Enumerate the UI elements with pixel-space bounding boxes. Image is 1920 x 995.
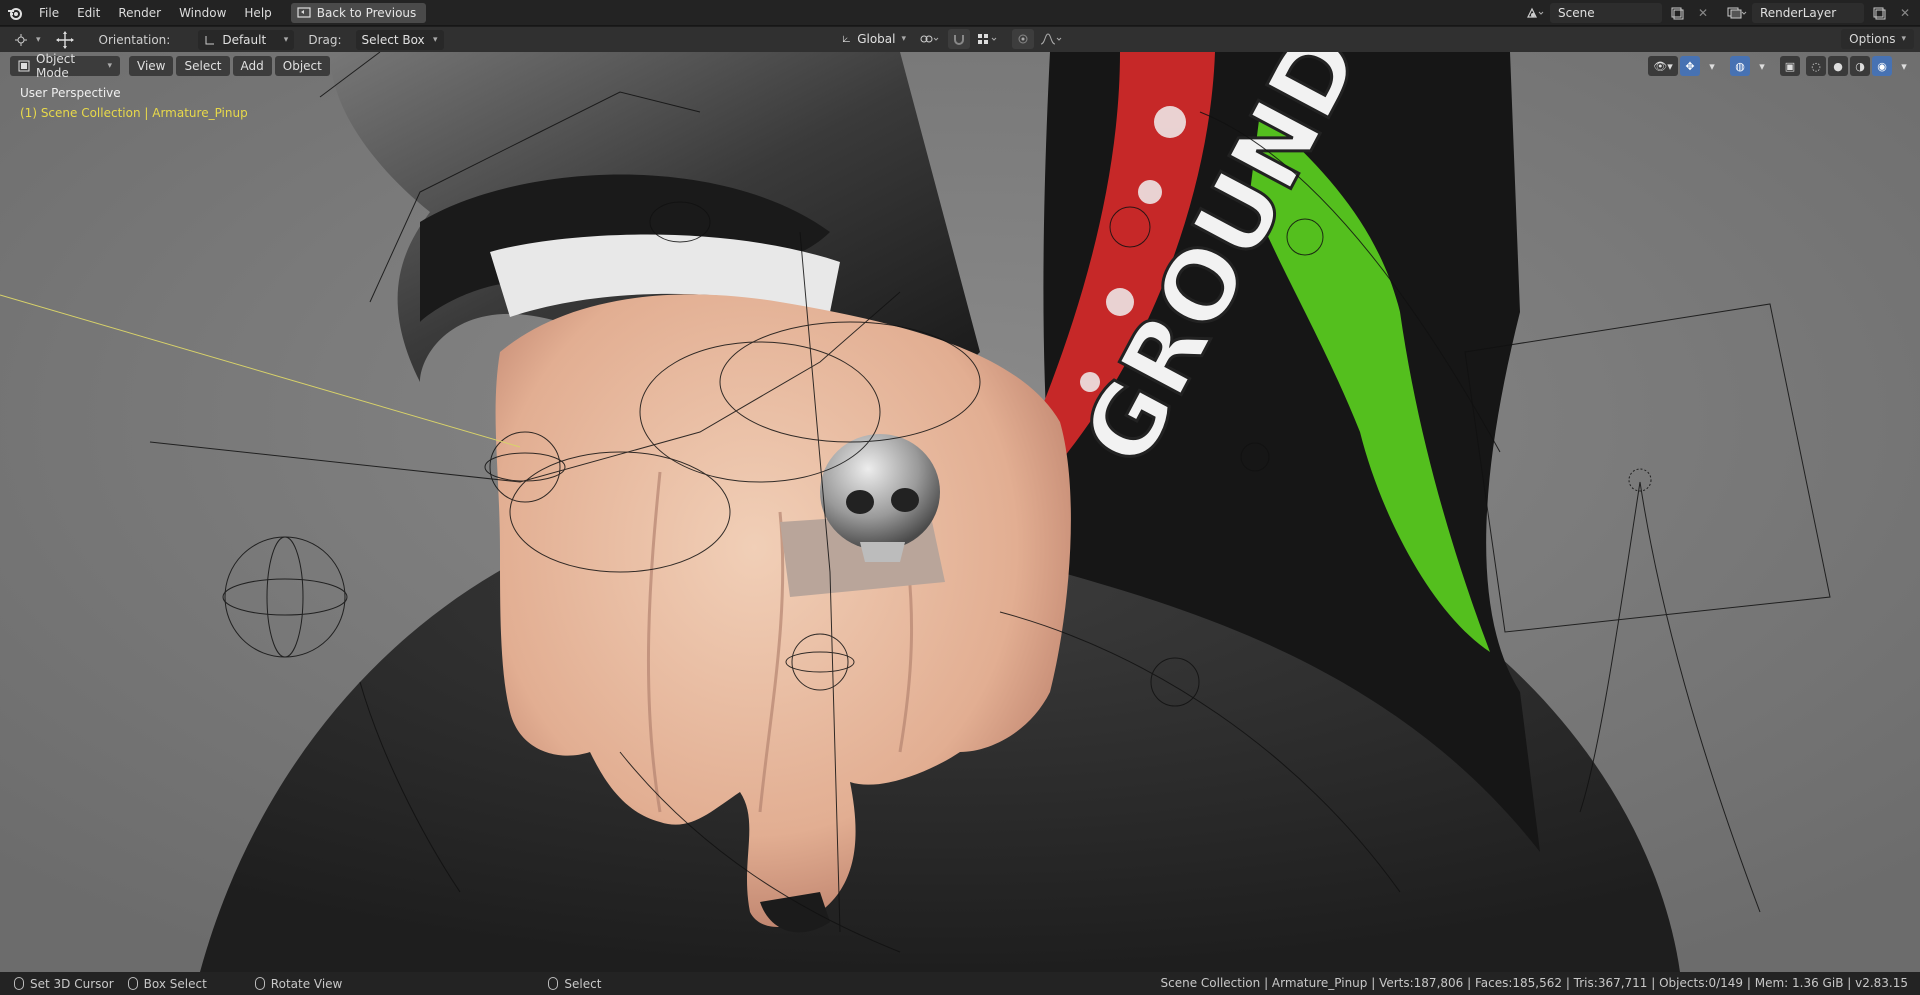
scene-name: Scene [1558, 6, 1595, 20]
status-bar: Set 3D Cursor Box Select Rotate View Sel… [0, 972, 1920, 995]
axes-icon [842, 35, 850, 42]
transform-orientation-dropdown[interactable]: Global ▾ [836, 29, 912, 49]
mouse-left-icon [14, 977, 24, 990]
render-layer-field[interactable]: RenderLayer [1752, 3, 1864, 23]
orientation-value: Default [222, 32, 267, 47]
transform-orientation-value: Global [857, 32, 896, 46]
mouse-right-icon [548, 977, 559, 990]
render-layer-name: RenderLayer [1760, 6, 1837, 20]
visibility-icon[interactable]: 👁▾ [1648, 56, 1678, 76]
new-scene-icon[interactable] [1666, 3, 1688, 23]
hint-select: Select [548, 977, 601, 991]
menu-edit[interactable]: Edit [68, 0, 109, 26]
menu-help[interactable]: Help [235, 0, 280, 26]
hint-set-3d-cursor: Set 3D Cursor [14, 977, 114, 991]
scene-selector-group: Scene ✕ RenderLayer ✕ [1524, 0, 1920, 26]
editor-type-dropdown[interactable]: ▾ [8, 30, 47, 50]
snap-target-icon[interactable] [974, 29, 1002, 49]
top-menu-bar: File Edit Render Window Help Back to Pre… [0, 0, 1920, 26]
hint-label: Box Select [143, 976, 207, 991]
mouse-middle-icon [254, 977, 265, 990]
back-to-previous-button[interactable]: Back to Previous [290, 2, 427, 23]
proportional-edit-icon[interactable] [1012, 29, 1034, 49]
chevron-down-icon: ▾ [1901, 34, 1906, 44]
menu-render[interactable]: Render [109, 0, 170, 26]
editor-type-icon [15, 33, 27, 46]
drag-dropdown[interactable]: Select Box ▾ [355, 29, 444, 50]
viewport-header: Object Mode ▾ View Select Add Object [10, 52, 330, 80]
screen-icon [297, 6, 311, 18]
menu-window[interactable]: Window [170, 0, 235, 26]
blender-logo-icon[interactable] [0, 0, 30, 26]
chevron-down-icon: ▾ [283, 34, 289, 45]
viewport-display-controls: 👁▾ ✥ ▾ ◍ ▾ ▣ ◌ ● ◑ ◉ ▾ [1648, 56, 1914, 76]
chevron-down-icon[interactable]: ▾ [1894, 56, 1914, 76]
menu-file[interactable]: File [30, 0, 68, 26]
chevron-down-icon: ▾ [901, 34, 906, 44]
mouse-drag-icon [127, 977, 138, 990]
hint-label: Select [564, 976, 602, 991]
hint-rotate-view: Rotate View [254, 976, 343, 991]
object-mode-label: Object Mode [36, 52, 76, 80]
viewport-menu-object[interactable]: Object [274, 56, 330, 76]
3d-viewport[interactable]: GROUND Object Mode ▾ View Select Add Obj… [0, 52, 1920, 972]
chevron-down-icon[interactable]: ▾ [1702, 56, 1722, 76]
xray-toggle-icon[interactable]: ▣ [1780, 56, 1800, 76]
rendered-shading-icon[interactable]: ◉ [1872, 56, 1892, 76]
close-render-layer-icon[interactable]: ✕ [1894, 3, 1916, 23]
viewport-menu-add[interactable]: Add [232, 56, 272, 76]
back-to-previous-label: Back to Previous [316, 5, 417, 20]
view-perspective-label: User Perspective [20, 86, 121, 100]
orientation-label: Orientation: [98, 32, 171, 47]
object-mode-icon [18, 60, 30, 72]
material-preview-icon[interactable]: ◑ [1850, 56, 1870, 76]
snap-toggle-icon[interactable] [948, 29, 970, 49]
scene-statistics: Scene Collection | Armature_Pinup | Vert… [1160, 976, 1909, 990]
drag-value: Select Box [361, 32, 425, 47]
chevron-down-icon: ▾ [36, 34, 41, 45]
viewport-menu-view[interactable]: View [129, 56, 174, 76]
chevron-down-icon[interactable]: ▾ [1752, 56, 1772, 76]
overlays-toggle-icon[interactable]: ◍ [1730, 56, 1750, 76]
orientation-dropdown[interactable]: Default ▾ [198, 29, 295, 50]
pivot-point-icon[interactable] [916, 29, 944, 49]
hint-box-select: Box Select [127, 976, 207, 991]
options-label: Options [1849, 32, 1896, 46]
viewport-scene-render: GROUND [0, 52, 1920, 972]
chevron-down-icon: ▾ [432, 34, 438, 45]
scene-icon[interactable] [1524, 3, 1546, 23]
hint-label: Rotate View [270, 976, 343, 991]
render-layer-icon[interactable] [1726, 3, 1748, 23]
scene-name-field[interactable]: Scene [1550, 3, 1662, 23]
gizmo-toggle-icon[interactable]: ✥ [1680, 56, 1700, 76]
solid-shading-icon[interactable]: ● [1828, 56, 1848, 76]
move-tool-icon[interactable] [53, 30, 77, 50]
wireframe-shading-icon[interactable]: ◌ [1806, 56, 1826, 76]
hint-label: Set 3D Cursor [30, 976, 114, 991]
falloff-curve-icon[interactable] [1038, 29, 1066, 49]
close-scene-icon[interactable]: ✕ [1692, 3, 1714, 23]
drag-label: Drag: [308, 32, 342, 47]
transform-controls: Global ▾ [836, 29, 1066, 49]
viewport-menu-select[interactable]: Select [176, 56, 230, 76]
axes-icon [205, 35, 215, 44]
object-mode-dropdown[interactable]: Object Mode ▾ [10, 52, 120, 80]
active-collection-label: (1) Scene Collection | Armature_Pinup [20, 106, 248, 120]
tool-settings-header: ▾ Orientation: Default ▾ Drag: Select Bo… [0, 27, 1920, 52]
chevron-down-icon: ▾ [107, 61, 112, 71]
new-render-layer-icon[interactable] [1868, 3, 1890, 23]
options-dropdown[interactable]: Options ▾ [1841, 29, 1914, 49]
